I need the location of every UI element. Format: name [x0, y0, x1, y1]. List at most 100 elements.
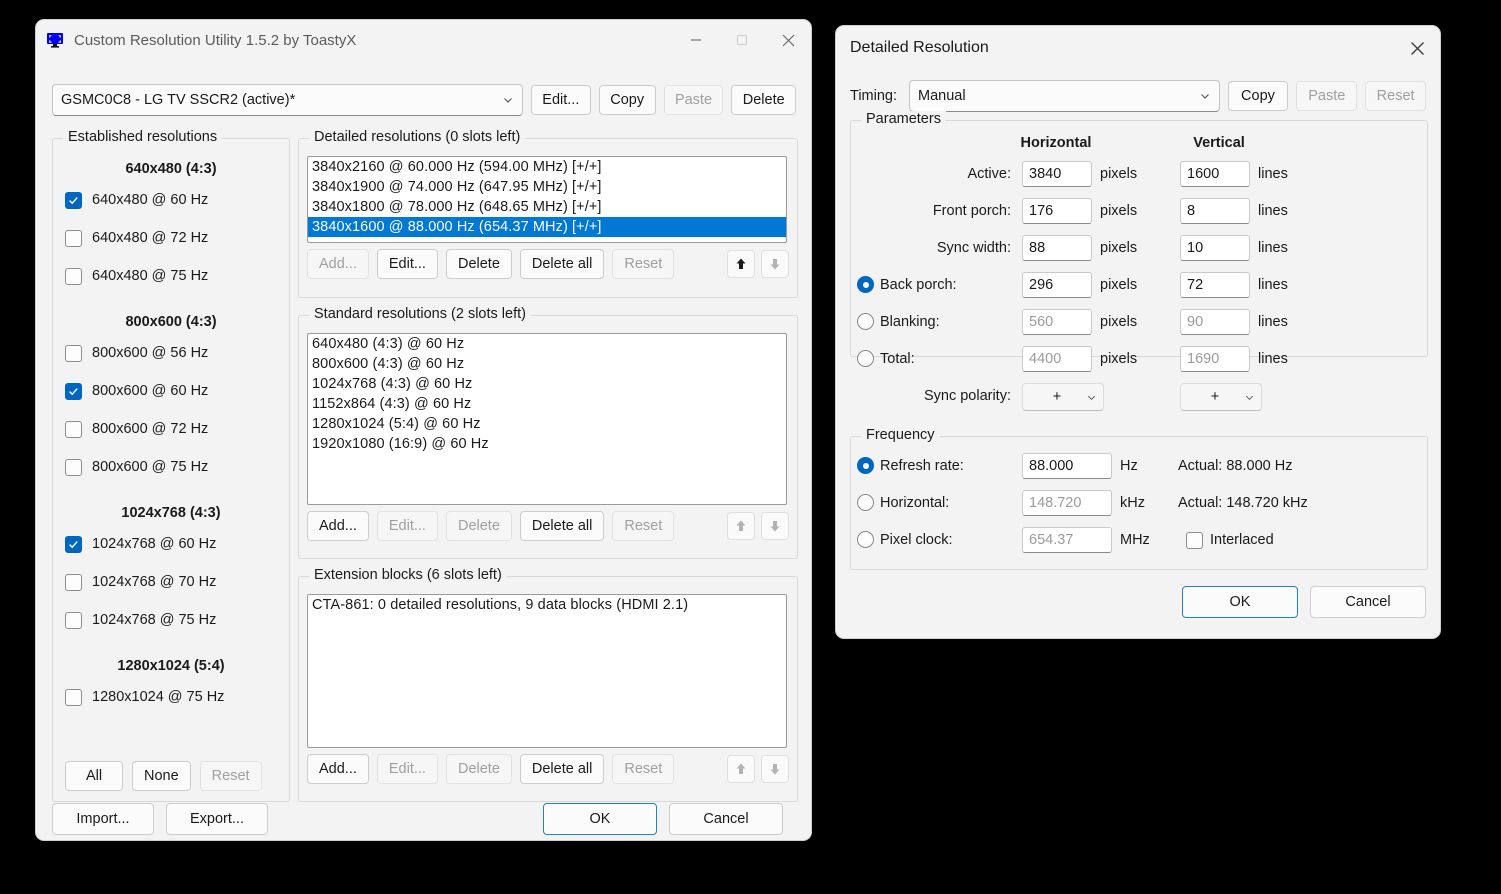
chevron-down-icon [1086, 391, 1098, 403]
list-item[interactable]: 1024x768 (4:3) @ 60 Hz [308, 374, 786, 394]
active-vertical-input[interactable]: 1600 [1180, 161, 1250, 187]
established-reset-button: Reset [199, 761, 262, 791]
total-horizontal-input: 4400 [1022, 346, 1092, 372]
checkbox-800x600-72[interactable]: 800x600 @ 72 Hz [65, 417, 277, 441]
timing-select[interactable]: Manual [909, 80, 1220, 112]
checkbox-1024x768-70[interactable]: 1024x768 @ 70 Hz [65, 570, 277, 594]
extension-delete-all-button[interactable]: Delete all [519, 754, 605, 784]
refresh-rate-radio[interactable] [857, 457, 874, 474]
export-button[interactable]: Export... [166, 803, 268, 835]
extension-add-button[interactable]: Add... [307, 754, 369, 784]
blanking-vertical-input: 90 [1180, 309, 1250, 335]
minimize-icon[interactable] [673, 20, 719, 60]
checkbox-640x480-60[interactable]: 640x480 @ 60 Hz [65, 188, 277, 212]
list-item[interactable]: 1280x1024 (5:4) @ 60 Hz [308, 414, 786, 434]
blanking-radio[interactable] [857, 313, 874, 330]
interlaced-checkbox[interactable]: Interlaced [1186, 527, 1274, 553]
back-porch-horizontal-input[interactable]: 296 [1022, 272, 1092, 298]
checkbox-box [65, 191, 82, 209]
checkbox-label: 640x480 @ 72 Hz [92, 230, 209, 246]
delete-edid-button[interactable]: Delete [731, 85, 796, 115]
field-value: 4400 [1029, 351, 1062, 367]
checkbox-800x600-60[interactable]: 800x600 @ 60 Hz [65, 379, 277, 403]
standard-add-button[interactable]: Add... [307, 511, 369, 541]
checkbox-box [65, 344, 82, 362]
list-item[interactable]: 800x600 (4:3) @ 60 Hz [308, 354, 786, 374]
list-item[interactable]: CTA-861: 0 detailed resolutions, 9 data … [308, 595, 786, 615]
unit-label: pixels [1100, 166, 1138, 182]
checkbox-640x480-75[interactable]: 640x480 @ 75 Hz [65, 264, 277, 288]
pixel-clock-radio[interactable] [857, 531, 874, 548]
detailed-delete-button[interactable]: Delete [445, 249, 512, 279]
sync-width-horizontal-input[interactable]: 88 [1022, 235, 1092, 261]
checkbox-label: 1024x768 @ 60 Hz [92, 536, 217, 552]
active-horizontal-input[interactable]: 3840 [1022, 161, 1092, 187]
close-icon[interactable] [765, 20, 811, 60]
arrow-up-icon[interactable] [727, 250, 755, 278]
checkbox-1280x1024-75[interactable]: 1280x1024 @ 75 Hz [65, 685, 277, 709]
horizontal-frequency-actual: Actual: 148.720 kHz [1178, 495, 1308, 511]
list-item[interactable]: 3840x1800 @ 78.000 Hz (648.65 MHz) [+/+] [308, 197, 786, 217]
checkbox-640x480-72[interactable]: 640x480 @ 72 Hz [65, 226, 277, 250]
dialog-title: Detailed Resolution [850, 39, 989, 56]
copy-edid-button[interactable]: Copy [598, 85, 656, 115]
extension-blocks-list[interactable]: CTA-861: 0 detailed resolutions, 9 data … [307, 594, 787, 748]
list-item[interactable]: 3840x2160 @ 60.000 Hz (594.00 MHz) [+/+] [308, 157, 786, 177]
parameters-legend: Parameters [861, 111, 946, 127]
front-porch-vertical-input[interactable]: 8 [1180, 198, 1250, 224]
dialog-cancel-button[interactable]: Cancel [1310, 586, 1426, 618]
main-titlebar: Custom Resolution Utility 1.5.2 by Toast… [36, 20, 811, 60]
close-icon[interactable] [1394, 26, 1440, 70]
display-select[interactable]: GSMC0C8 - LG TV SSCR2 (active)* [52, 84, 523, 116]
edit-edid-button[interactable]: Edit... [530, 85, 591, 115]
detailed-delete-all-button[interactable]: Delete all [519, 249, 605, 279]
checkbox-label: 800x600 @ 60 Hz [92, 383, 209, 399]
front-porch-horizontal-input[interactable]: 176 [1022, 198, 1092, 224]
standard-delete-button: Delete [445, 511, 512, 541]
detailed-resolutions-list[interactable]: 3840x2160 @ 60.000 Hz (594.00 MHz) [+/+]… [307, 156, 787, 243]
extension-reset-button: Reset [612, 754, 675, 784]
checkbox-1024x768-60[interactable]: 1024x768 @ 60 Hz [65, 532, 277, 556]
field-value: 72 [1187, 277, 1204, 293]
back-porch-vertical-input[interactable]: 72 [1180, 272, 1250, 298]
total-radio[interactable] [857, 350, 874, 367]
detailed-resolutions-legend: Detailed resolutions (0 slots left) [309, 129, 526, 145]
checkbox-1024x768-75[interactable]: 1024x768 @ 75 Hz [65, 608, 277, 632]
checkbox-box [1186, 531, 1203, 549]
select-all-button[interactable]: All [65, 761, 123, 791]
list-item[interactable]: 3840x1900 @ 74.000 Hz (647.95 MHz) [+/+] [308, 177, 786, 197]
dialog-ok-button[interactable]: OK [1182, 586, 1298, 618]
field-value: 296 [1029, 277, 1054, 293]
checkbox-box [65, 611, 82, 629]
list-item[interactable]: 640x480 (4:3) @ 60 Hz [308, 334, 786, 354]
sync-width-vertical-input[interactable]: 10 [1180, 235, 1250, 261]
param-row-blanking: Blanking: 560 pixels 90 lines [851, 309, 1427, 335]
maximize-icon[interactable] [719, 20, 765, 60]
checkbox-label: 1024x768 @ 75 Hz [92, 612, 217, 628]
timing-paste-button: Paste [1296, 81, 1358, 111]
standard-delete-all-button[interactable]: Delete all [519, 511, 605, 541]
list-item[interactable]: 1152x864 (4:3) @ 60 Hz [308, 394, 786, 414]
unit-label: pixels [1100, 277, 1138, 293]
dialog-titlebar: Detailed Resolution [836, 26, 1440, 70]
field-value: 1690 [1187, 351, 1220, 367]
sync-polarity-vertical-select[interactable]: + [1180, 383, 1262, 411]
refresh-rate-input[interactable]: 88.000 [1022, 453, 1112, 479]
chevron-down-icon [1199, 90, 1211, 102]
main-cancel-button[interactable]: Cancel [669, 803, 783, 835]
timing-copy-button[interactable]: Copy [1227, 81, 1289, 111]
import-button[interactable]: Import... [52, 803, 154, 835]
sync-polarity-horizontal-select[interactable]: + [1022, 383, 1104, 411]
established-buttons: All None Reset [65, 761, 262, 791]
list-item-selected[interactable]: 3840x1600 @ 88.000 Hz (654.37 MHz) [+/+] [308, 217, 786, 237]
list-item[interactable]: 1920x1080 (16:9) @ 60 Hz [308, 434, 786, 454]
checkbox-800x600-75[interactable]: 800x600 @ 75 Hz [65, 455, 277, 479]
select-none-button[interactable]: None [132, 761, 191, 791]
select-value: + [1052, 389, 1062, 405]
standard-resolutions-list[interactable]: 640x480 (4:3) @ 60 Hz 800x600 (4:3) @ 60… [307, 333, 787, 505]
detailed-edit-button[interactable]: Edit... [376, 249, 438, 279]
back-porch-radio[interactable] [857, 276, 874, 293]
main-ok-button[interactable]: OK [543, 803, 657, 835]
checkbox-800x600-56[interactable]: 800x600 @ 56 Hz [65, 341, 277, 365]
horizontal-frequency-radio[interactable] [857, 494, 874, 511]
